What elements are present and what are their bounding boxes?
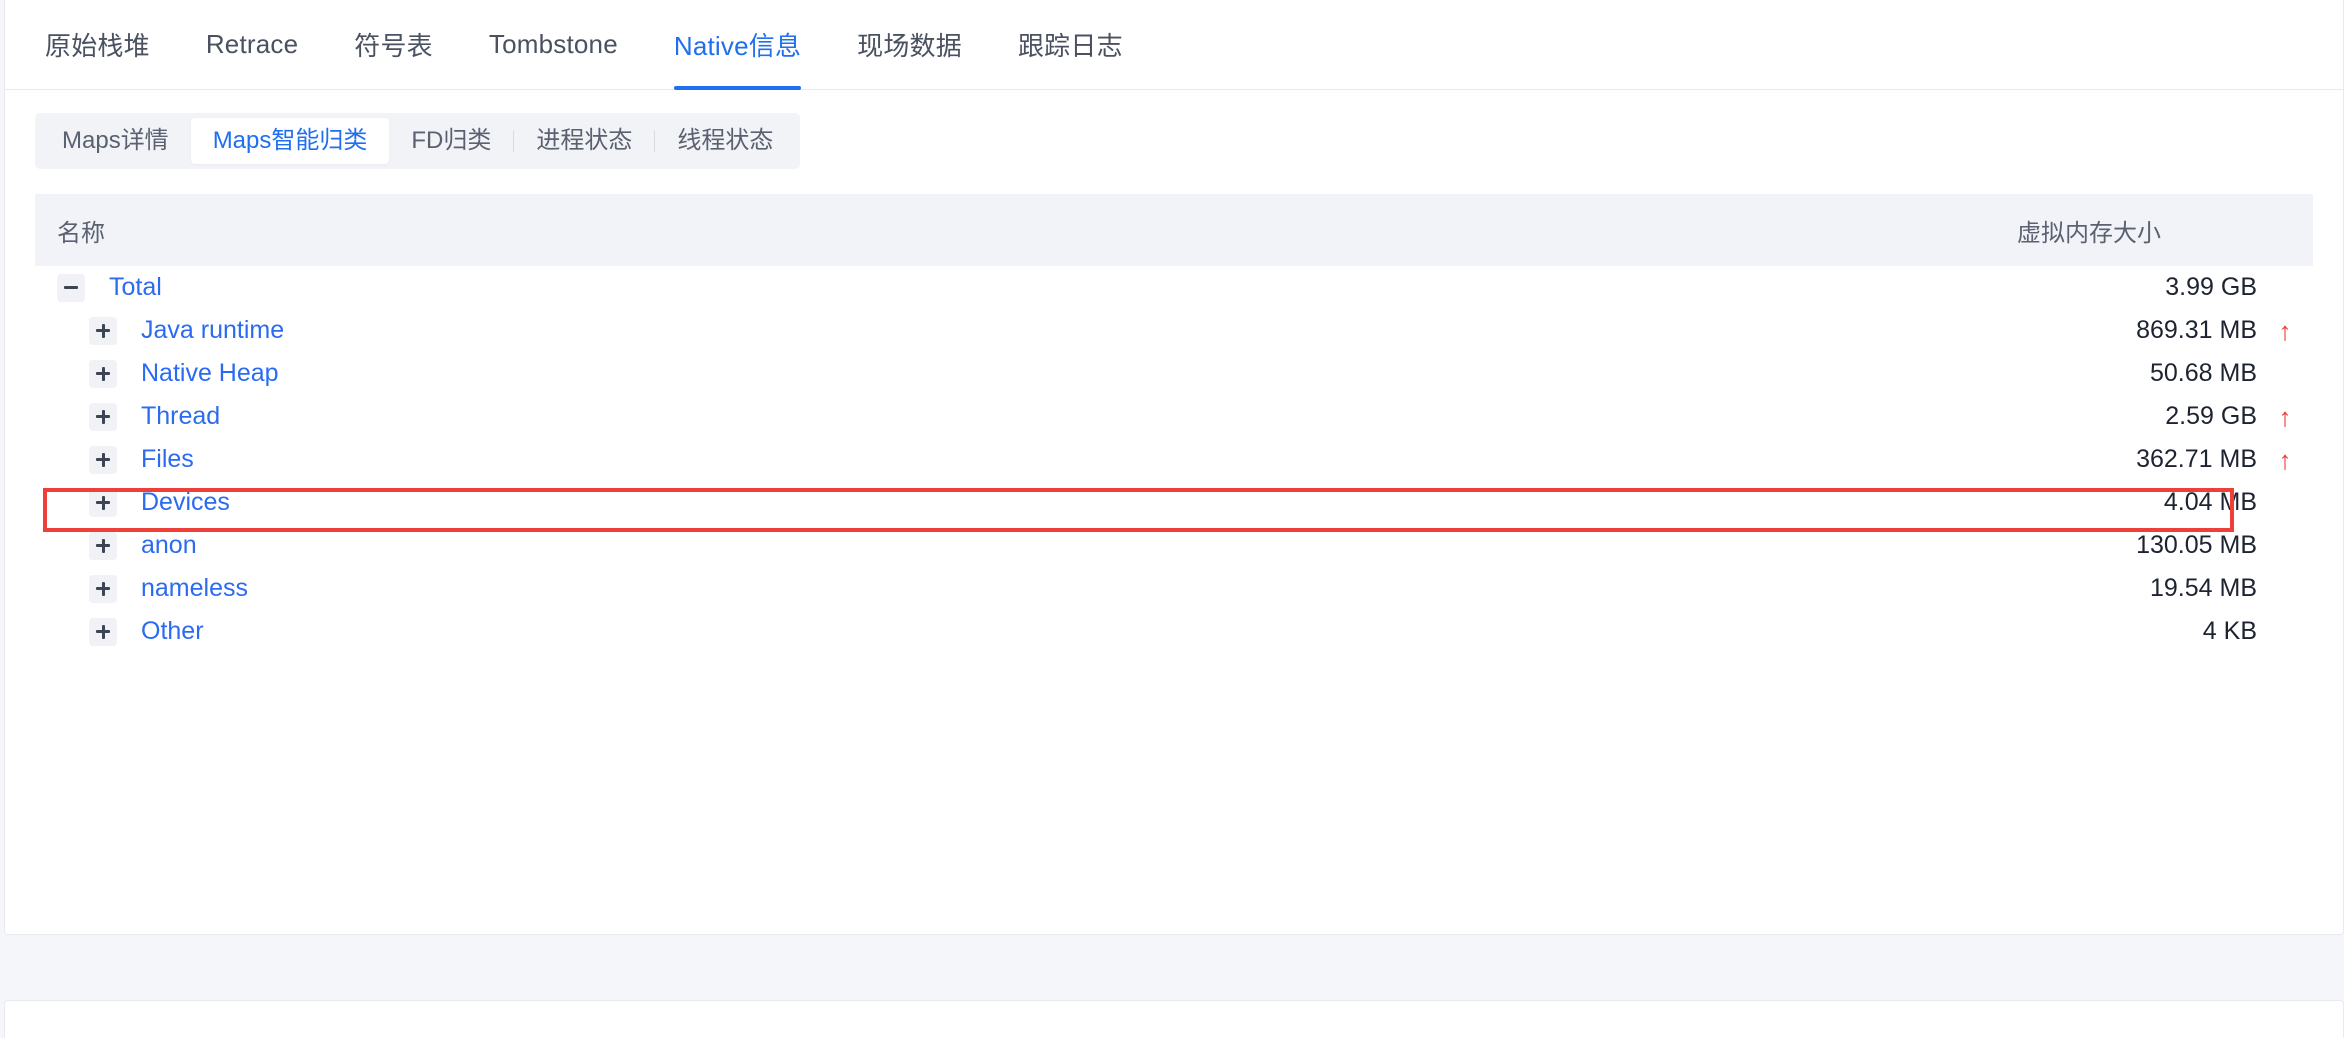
expand-plus-icon[interactable] — [89, 402, 117, 431]
primary-tabbar: 原始栈堆 Retrace 符号表 Tombstone Native信息 现场数据… — [5, 0, 2343, 90]
row-size-cell: 4.04 MB — [1883, 488, 2313, 517]
table-row[interactable]: Files 362.71 MB ↑ — [35, 438, 2313, 481]
secondary-panel-card — [4, 1000, 2344, 1038]
row-size-cell: 3.99 GB — [1883, 273, 2313, 302]
subtab-label: FD归类 — [411, 127, 492, 154]
tab-label: Tombstone — [488, 29, 618, 59]
row-size-cell: 130.05 MB — [1883, 531, 2313, 560]
native-info-card: 原始栈堆 Retrace 符号表 Tombstone Native信息 现场数据… — [4, 0, 2344, 935]
row-size-value: 4.04 MB — [2163, 488, 2257, 516]
expand-plus-icon[interactable] — [89, 488, 117, 517]
subtab-process-state[interactable]: 进程状态 — [514, 118, 654, 164]
subtab-thread-state[interactable]: 线程状态 — [655, 118, 795, 164]
tab-label: Native信息 — [673, 31, 802, 61]
subtab-label: 进程状态 — [536, 127, 633, 154]
tab-native-info[interactable]: Native信息 — [673, 0, 802, 90]
node-label[interactable]: Java runtime — [141, 316, 284, 345]
row-size-cell: 362.71 MB ↑ — [1883, 445, 2313, 474]
row-size-value: 2.59 GB — [2165, 402, 2257, 430]
tab-scene-data[interactable]: 现场数据 — [857, 0, 962, 90]
row-name-cell: Thread — [35, 402, 1883, 431]
trend-up-icon: ↑ — [2278, 315, 2292, 346]
table-row[interactable]: Native Heap 50.68 MB — [35, 352, 2313, 395]
row-size-value: 362.71 MB — [2136, 445, 2257, 473]
memory-tree-table: 名称 虚拟内存大小 Total 3.99 GB Java runtime 869… — [35, 194, 2313, 653]
row-size-cell: 4 KB — [1883, 617, 2313, 646]
node-label[interactable]: anon — [141, 531, 197, 560]
tab-symbol-table[interactable]: 符号表 — [354, 0, 433, 90]
expand-plus-icon[interactable] — [89, 617, 117, 646]
subtab-fd-category[interactable]: FD归类 — [389, 118, 513, 164]
node-label[interactable]: Thread — [141, 402, 220, 431]
table-row[interactable]: Thread 2.59 GB ↑ — [35, 395, 2313, 438]
table-row[interactable]: anon 130.05 MB — [35, 524, 2313, 567]
row-name-cell: nameless — [35, 574, 1883, 603]
expand-plus-icon[interactable] — [89, 531, 117, 560]
row-name-cell: Files — [35, 445, 1883, 474]
column-header-name: 名称 — [57, 219, 105, 247]
tab-label: 跟踪日志 — [1017, 31, 1123, 61]
row-size-value: 50.68 MB — [2149, 359, 2257, 387]
tab-label: 原始栈堆 — [45, 31, 150, 61]
expand-plus-icon[interactable] — [89, 574, 117, 603]
table-header-row: 名称 虚拟内存大小 — [35, 194, 2313, 266]
expand-plus-icon[interactable] — [89, 359, 117, 388]
row-size-cell: 869.31 MB ↑ — [1883, 316, 2313, 345]
table-row[interactable]: Java runtime 869.31 MB ↑ — [35, 309, 2313, 352]
table-row[interactable]: Devices 4.04 MB — [35, 481, 2313, 524]
row-name-cell: Other — [35, 617, 1883, 646]
subtab-group: Maps详情 Maps智能归类 FD归类 进程状态 线程状态 — [35, 113, 801, 169]
subtab-label: Maps详情 — [62, 127, 169, 154]
row-size-value: 869.31 MB — [2136, 316, 2257, 344]
node-label[interactable]: Files — [141, 445, 194, 474]
subtab-label: Maps智能归类 — [212, 127, 368, 154]
tab-label: Retrace — [205, 29, 299, 59]
row-name-cell: Native Heap — [35, 359, 1883, 388]
tab-tombstone[interactable]: Tombstone — [489, 0, 618, 90]
row-size-value: 19.54 MB — [2149, 574, 2257, 602]
row-size-value: 4 KB — [2202, 617, 2257, 645]
row-name-cell: Devices — [35, 488, 1883, 517]
trend-up-icon: ↑ — [2278, 444, 2292, 475]
tab-label: 现场数据 — [857, 31, 962, 61]
node-label[interactable]: Total — [109, 273, 162, 302]
row-size-cell: 50.68 MB — [1883, 359, 2313, 388]
collapse-minus-icon[interactable] — [57, 273, 85, 302]
expand-plus-icon[interactable] — [89, 445, 117, 474]
column-header-virtual-memory-size: 虚拟内存大小 — [2017, 219, 2161, 247]
table-row[interactable]: nameless 19.54 MB — [35, 567, 2313, 610]
subtab-maps-detail[interactable]: Maps详情 — [40, 118, 191, 164]
node-label[interactable]: nameless — [141, 574, 248, 603]
expand-plus-icon[interactable] — [89, 316, 117, 345]
tab-label: 符号表 — [354, 31, 433, 61]
node-label[interactable]: Native Heap — [141, 359, 279, 388]
page-root: 原始栈堆 Retrace 符号表 Tombstone Native信息 现场数据… — [0, 0, 2344, 1038]
trend-up-icon: ↑ — [2278, 401, 2292, 432]
table-row[interactable]: Other 4 KB — [35, 610, 2313, 653]
row-size-cell: 2.59 GB ↑ — [1883, 402, 2313, 431]
subtab-row: Maps详情 Maps智能归类 FD归类 进程状态 线程状态 — [5, 90, 2343, 169]
node-label[interactable]: Devices — [141, 488, 230, 517]
subtab-maps-smart-category[interactable]: Maps智能归类 — [190, 118, 390, 164]
row-size-value: 130.05 MB — [2136, 531, 2257, 559]
node-label[interactable]: Other — [141, 617, 204, 646]
tab-trace-log[interactable]: 跟踪日志 — [1018, 0, 1123, 90]
tab-raw-stack[interactable]: 原始栈堆 — [45, 0, 150, 90]
row-name-cell: Total — [35, 273, 1883, 302]
row-size-cell: 19.54 MB — [1883, 574, 2313, 603]
table-row[interactable]: Total 3.99 GB — [35, 266, 2313, 309]
subtab-label: 线程状态 — [677, 127, 774, 154]
tab-retrace[interactable]: Retrace — [206, 0, 298, 90]
row-name-cell: Java runtime — [35, 316, 1883, 345]
row-size-value: 3.99 GB — [2165, 273, 2257, 301]
row-name-cell: anon — [35, 531, 1883, 560]
